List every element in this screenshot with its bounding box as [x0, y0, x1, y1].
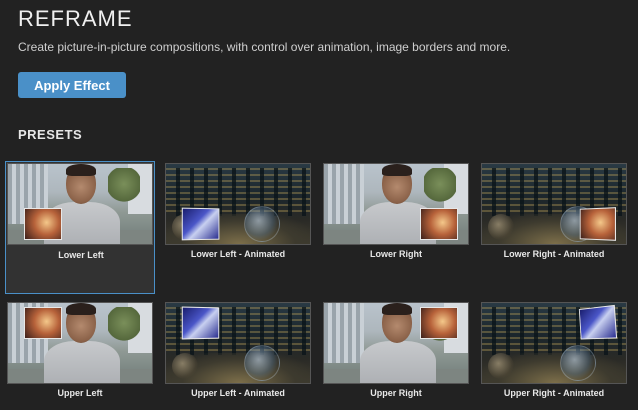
preset-thumbnail — [165, 163, 311, 245]
pip-overlay — [24, 307, 62, 339]
preset-label: Upper Right — [370, 388, 422, 398]
reframe-panel: REFRAME Create picture-in-picture compos… — [0, 0, 638, 410]
preset-label: Lower Left - Animated — [190, 249, 286, 259]
pip-overlay — [181, 306, 220, 340]
pip-overlay — [420, 208, 458, 240]
preset-tile[interactable]: Lower Left — [5, 161, 155, 294]
presets-heading: PRESETS — [18, 127, 83, 142]
apply-effect-button[interactable]: Apply Effect — [18, 72, 126, 98]
preset-label: Lower Right - Animated — [503, 249, 605, 259]
effect-description: Create picture-in-picture compositions, … — [18, 40, 511, 54]
preset-thumbnail — [481, 163, 627, 245]
preset-thumbnail — [323, 302, 469, 384]
preset-thumbnail — [481, 302, 627, 384]
preset-label: Lower Left — [58, 250, 104, 260]
pip-overlay — [420, 307, 458, 339]
effect-title: REFRAME — [18, 6, 133, 31]
preset-label: Upper Left - Animated — [191, 388, 285, 398]
pip-overlay — [578, 304, 618, 340]
preset-thumbnail — [323, 163, 469, 245]
preset-thumbnail — [7, 302, 153, 384]
preset-label: Upper Left — [57, 388, 103, 398]
preset-thumbnail — [165, 302, 311, 384]
pip-overlay — [181, 207, 220, 241]
pip-overlay — [24, 208, 62, 240]
preset-label: Lower Right — [370, 249, 422, 259]
preset-thumbnail — [7, 163, 153, 245]
preset-label: Upper Right - Animated — [503, 388, 605, 398]
pip-overlay — [579, 207, 616, 241]
